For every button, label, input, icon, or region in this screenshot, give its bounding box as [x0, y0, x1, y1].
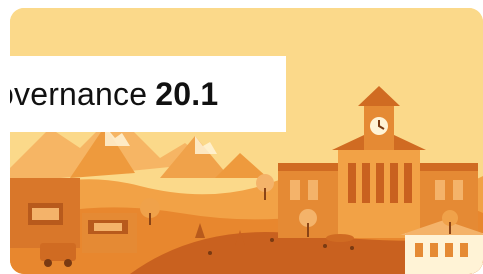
title-banner: overnance 20.1: [10, 56, 286, 132]
version-number: 20.1: [155, 75, 219, 112]
town-illustration: [10, 8, 483, 274]
hero-card: overnance 20.1: [10, 8, 483, 274]
title-word: overnance: [10, 75, 148, 112]
page-title: overnance 20.1: [10, 76, 218, 113]
